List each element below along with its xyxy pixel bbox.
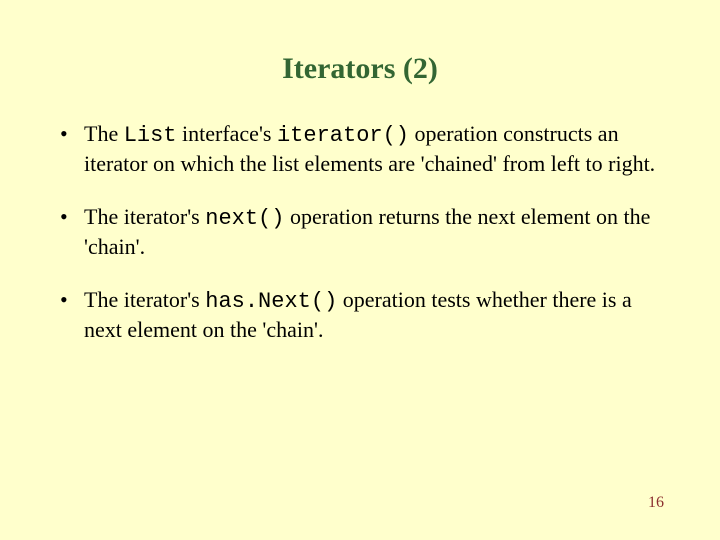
bullet-item: • The List interface's iterator() operat… (60, 120, 660, 177)
text-run: The iterator's (84, 204, 205, 229)
bullet-item: • The iterator's has.Next() operation te… (60, 286, 660, 343)
bullet-text: The iterator's has.Next() operation test… (84, 286, 660, 343)
bullet-dot-icon: • (60, 286, 84, 343)
bullet-text: The iterator's next() operation returns … (84, 203, 660, 260)
code-run: next() (205, 206, 284, 231)
code-run: List (124, 123, 177, 148)
bullet-item: • The iterator's next() operation return… (60, 203, 660, 260)
text-run: The iterator's (84, 287, 205, 312)
slide-title: Iterators (2) (0, 52, 720, 86)
code-run: iterator() (277, 123, 409, 148)
text-run: The (84, 121, 124, 146)
slide-body: • The List interface's iterator() operat… (60, 120, 660, 369)
text-run: interface's (177, 121, 277, 146)
bullet-dot-icon: • (60, 203, 84, 260)
slide: Iterators (2) • The List interface's ite… (0, 0, 720, 540)
code-run: has.Next() (205, 289, 337, 314)
bullet-dot-icon: • (60, 120, 84, 177)
bullet-text: The List interface's iterator() operatio… (84, 120, 660, 177)
page-number: 16 (648, 494, 664, 512)
